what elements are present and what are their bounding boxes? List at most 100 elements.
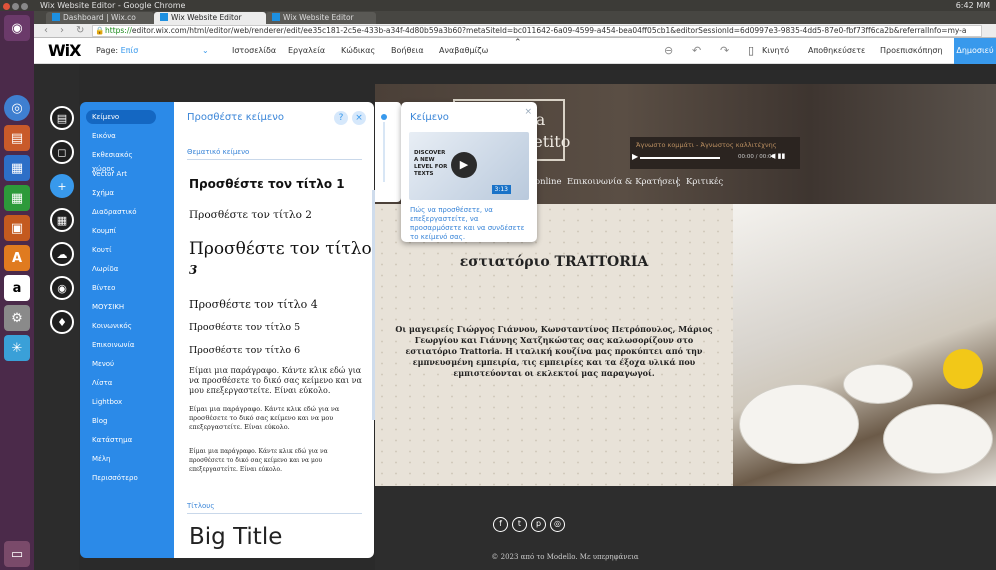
- files-icon[interactable]: ▤: [4, 125, 30, 151]
- site-about-paragraph[interactable]: Οι μαγειρείς Γιώργος Γιάννου, Κωνσταντίν…: [395, 324, 713, 379]
- undo-icon[interactable]: ↶: [692, 38, 701, 64]
- site-nav-reviews[interactable]: Κριτικές: [677, 177, 723, 187]
- site-about-section[interactable]: ς στο εστιατόριο TRATTORIA Οι μαγειρείς …: [375, 204, 733, 486]
- mobile-icon[interactable]: ▯: [748, 38, 754, 64]
- wix-logo[interactable]: WiX: [48, 41, 81, 60]
- panel-scroll-indicator[interactable]: [375, 102, 401, 202]
- audio-player[interactable]: Άγνωστο κομμάτι - Άγνωστος καλλιτέχνης ▶…: [630, 137, 800, 169]
- chrome-icon[interactable]: ◎: [4, 95, 30, 121]
- text-preset-h4[interactable]: Προσθέστε τον τίτλο 4: [189, 298, 318, 311]
- pages-icon[interactable]: ▤: [50, 106, 74, 130]
- menu-upgrade[interactable]: Αναβαθμίζω: [439, 38, 488, 64]
- add-icon[interactable]: +: [50, 174, 74, 198]
- category-image[interactable]: Εικόνα: [86, 129, 156, 143]
- category-gallery[interactable]: Εκθεσιακός χώρος: [86, 148, 156, 173]
- zoom-icon[interactable]: ⊖: [664, 38, 673, 64]
- chef-plating-image[interactable]: [733, 204, 996, 486]
- system-tray-clock[interactable]: 6:42 MM: [956, 0, 990, 11]
- chevron-down-icon[interactable]: ⌄: [202, 38, 209, 64]
- category-music[interactable]: ΜΟΥΣΙΚΗ: [86, 300, 156, 314]
- category-text[interactable]: Κείμενο: [86, 110, 156, 124]
- tab-wix-editor-2[interactable]: Wix Website Editor: [266, 12, 376, 24]
- my-business-icon[interactable]: ♦: [50, 310, 74, 334]
- category-menu[interactable]: Μενού: [86, 357, 156, 371]
- category-members[interactable]: Μέλη: [86, 452, 156, 466]
- scroll-knob[interactable]: [381, 114, 387, 120]
- maximize-window-icon[interactable]: [21, 3, 28, 10]
- ubuntu-icon[interactable]: ◉: [4, 15, 30, 41]
- category-store[interactable]: Κατάστημα: [86, 433, 156, 447]
- category-more[interactable]: Περισσότερο: [86, 471, 156, 485]
- workspaces-icon[interactable]: ✳: [4, 335, 30, 361]
- instagram-icon[interactable]: ◎: [550, 517, 565, 532]
- facebook-icon[interactable]: f: [493, 517, 508, 532]
- text-preset-big-title[interactable]: Big Title: [189, 524, 282, 550]
- category-button[interactable]: Κουμπί: [86, 224, 156, 238]
- category-lightbox[interactable]: Lightbox: [86, 395, 156, 409]
- menu-code[interactable]: Κώδικας: [341, 38, 375, 64]
- text-preset-h1[interactable]: Προσθέστε τον τίτλο 1: [189, 177, 345, 191]
- help-icon[interactable]: ?: [334, 111, 348, 125]
- text-preset-paragraph-3[interactable]: Είμαι μια παράγραφο. Κάντε κλικ εδώ για …: [189, 447, 364, 474]
- settings-icon[interactable]: ⚙: [4, 305, 30, 331]
- site-nav-contact[interactable]: Επικοινωνία & Κρατήσεις: [567, 177, 680, 187]
- tutorial-video-thumbnail[interactable]: DISCOVER A NEW LEVEL FOR TEXTS ▶ 3:13: [409, 132, 529, 200]
- software-center-icon[interactable]: A: [4, 245, 30, 271]
- close-icon[interactable]: ×: [352, 111, 366, 125]
- preview-button[interactable]: Προεπισκόπηση: [880, 38, 943, 64]
- back-icon[interactable]: ‹: [44, 24, 48, 38]
- category-blog[interactable]: Blog: [86, 414, 156, 428]
- category-box[interactable]: Κουτί: [86, 243, 156, 257]
- category-strip[interactable]: Λωρίδα: [86, 262, 156, 276]
- play-icon[interactable]: ▶: [632, 152, 638, 161]
- site-nav-online[interactable]: online: [535, 177, 562, 187]
- reload-icon[interactable]: ↻: [76, 24, 84, 38]
- impress-icon[interactable]: ▣: [4, 215, 30, 241]
- menu-site[interactable]: Ιστοσελίδα: [232, 38, 276, 64]
- category-interactive[interactable]: Διαδραστικό: [86, 205, 156, 219]
- writer-icon[interactable]: ▦: [4, 155, 30, 181]
- forward-icon[interactable]: ›: [60, 24, 64, 38]
- url-input[interactable]: 🔒 https://editor.wix.com/html/editor/web…: [92, 25, 982, 37]
- category-shape[interactable]: Σχήμα: [86, 186, 156, 200]
- trash-icon[interactable]: ▭: [4, 541, 30, 567]
- mobile-view-button[interactable]: Κινητό: [762, 38, 789, 64]
- background-icon[interactable]: ◻: [50, 140, 74, 164]
- close-window-icon[interactable]: [3, 3, 10, 10]
- volume-icon[interactable]: ◀ ▮▮: [770, 152, 785, 160]
- category-list[interactable]: Λίστα: [86, 376, 156, 390]
- panel-scrollbar[interactable]: [372, 190, 375, 420]
- category-video[interactable]: Βίντεο: [86, 281, 156, 295]
- twitter-icon[interactable]: t: [512, 517, 527, 532]
- tab-dashboard[interactable]: Dashboard | Wix.co: [46, 12, 154, 24]
- amazon-icon[interactable]: a: [4, 275, 30, 301]
- category-social[interactable]: Κοινωνικός: [86, 319, 156, 333]
- text-preset-h6[interactable]: Προσθέστε τον τίτλο 6: [189, 345, 300, 356]
- tab-wix-editor-active[interactable]: Wix Website Editor: [154, 12, 266, 24]
- media-upload-icon[interactable]: ☁: [50, 242, 74, 266]
- audio-progress-bar[interactable]: [640, 157, 720, 159]
- text-preset-h5[interactable]: Προσθέστε τον τίτλο 5: [189, 322, 300, 333]
- text-preset-paragraph-1[interactable]: Είμαι μια παράγραφο. Κάντε κλικ εδώ για …: [189, 366, 364, 396]
- calc-icon[interactable]: ▦: [4, 185, 30, 211]
- minimize-window-icon[interactable]: [12, 3, 19, 10]
- pinterest-icon[interactable]: p: [531, 517, 546, 532]
- close-icon[interactable]: ×: [524, 107, 532, 117]
- menu-tools[interactable]: Εργαλεία: [288, 38, 325, 64]
- text-preset-h3[interactable]: Προσθέστε τον τίτλο 3: [189, 239, 372, 279]
- publish-button[interactable]: Δημοσιεύ: [954, 38, 996, 64]
- site-heading-line2[interactable]: εστιατόριο TRATTORIA: [375, 254, 733, 270]
- category-vector-art[interactable]: Vector Art: [86, 167, 156, 181]
- text-preset-paragraph-2[interactable]: Είμαι μια παράγραφο. Κάντε κλικ εδώ για …: [189, 405, 364, 432]
- redo-icon[interactable]: ↷: [720, 38, 729, 64]
- play-icon[interactable]: ▶: [451, 152, 477, 178]
- app-market-icon[interactable]: ▦: [50, 208, 74, 232]
- menu-help[interactable]: Βοήθεια: [391, 38, 424, 64]
- lock-icon: 🔒: [95, 26, 105, 35]
- collapse-caret-icon[interactable]: ⌃: [514, 30, 522, 56]
- save-button[interactable]: Αποθηκεύσετε: [808, 38, 865, 64]
- wix-blog-icon[interactable]: ◉: [50, 276, 74, 300]
- category-contact[interactable]: Επικοινωνία: [86, 338, 156, 352]
- page-selector[interactable]: Επίσ: [121, 46, 139, 55]
- text-preset-h2[interactable]: Προσθέστε τον τίτλο 2: [189, 209, 312, 221]
